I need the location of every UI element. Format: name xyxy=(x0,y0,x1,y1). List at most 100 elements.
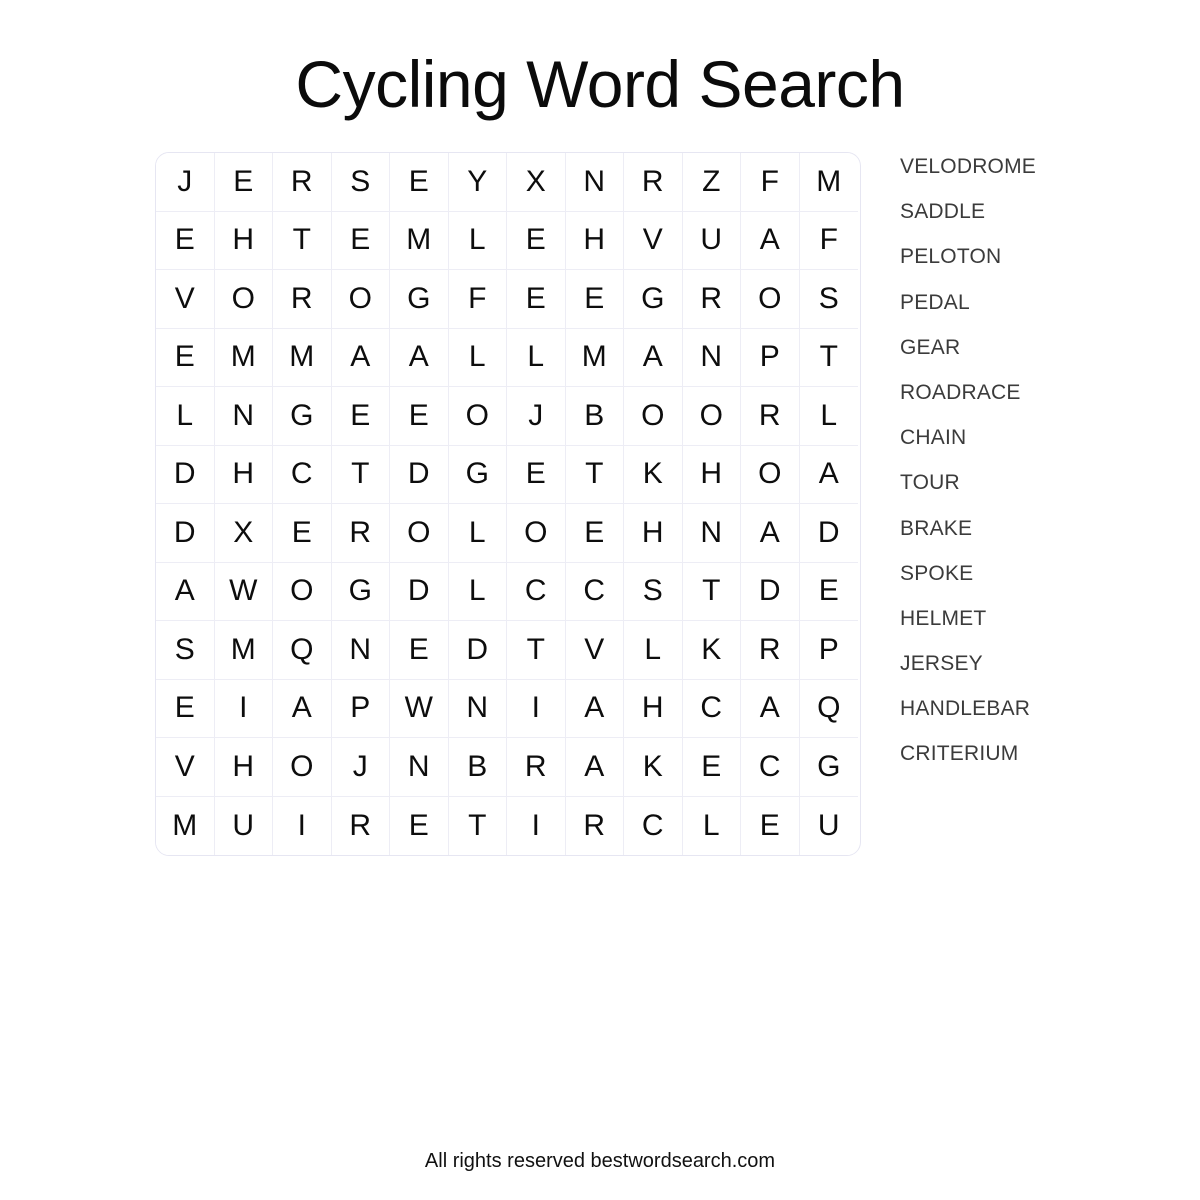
grid-cell[interactable]: C xyxy=(682,679,741,738)
word-list-item[interactable]: ROADRACE xyxy=(900,380,1160,425)
grid-cell[interactable]: E xyxy=(799,562,858,621)
grid-cell[interactable]: E xyxy=(156,328,215,387)
grid-cell[interactable]: V xyxy=(624,211,683,270)
grid-cell[interactable]: D xyxy=(799,504,858,563)
grid-cell[interactable]: E xyxy=(214,153,273,212)
grid-cell[interactable]: E xyxy=(156,679,215,738)
grid-cell[interactable]: H xyxy=(214,738,273,797)
grid-cell[interactable]: R xyxy=(507,738,566,797)
grid-cell[interactable]: L xyxy=(624,621,683,680)
grid-cell[interactable]: E xyxy=(507,445,566,504)
grid-cell[interactable]: R xyxy=(331,504,390,563)
grid-cell[interactable]: S xyxy=(799,270,858,329)
word-list-item[interactable]: SADDLE xyxy=(900,199,1160,244)
grid-cell[interactable]: T xyxy=(507,621,566,680)
grid-cell[interactable]: K xyxy=(624,738,683,797)
grid-cell[interactable]: T xyxy=(799,328,858,387)
grid-cell[interactable]: E xyxy=(390,796,449,855)
grid-cell[interactable]: I xyxy=(507,796,566,855)
grid-cell[interactable]: A xyxy=(156,562,215,621)
grid-cell[interactable]: R xyxy=(682,270,741,329)
grid-cell[interactable]: O xyxy=(682,387,741,446)
grid-cell[interactable]: A xyxy=(799,445,858,504)
grid-cell[interactable]: R xyxy=(741,621,800,680)
word-list-item[interactable]: HANDLEBAR xyxy=(900,696,1160,741)
grid-cell[interactable]: P xyxy=(741,328,800,387)
grid-cell[interactable]: M xyxy=(214,328,273,387)
word-search-grid[interactable]: JERSEYXNRZFMEHTEMLEHVUAFVOROGFEEGROSEMMA… xyxy=(155,152,861,856)
grid-cell[interactable]: D xyxy=(390,562,449,621)
grid-cell[interactable]: L xyxy=(507,328,566,387)
grid-cell[interactable]: A xyxy=(331,328,390,387)
grid-cell[interactable]: C xyxy=(273,445,332,504)
grid-cell[interactable]: L xyxy=(448,211,507,270)
word-list-item[interactable]: GEAR xyxy=(900,335,1160,380)
grid-cell[interactable]: O xyxy=(624,387,683,446)
grid-cell[interactable]: P xyxy=(331,679,390,738)
grid-cell[interactable]: G xyxy=(331,562,390,621)
grid-cell[interactable]: M xyxy=(214,621,273,680)
grid-cell[interactable]: F xyxy=(741,153,800,212)
grid-cell[interactable]: L xyxy=(448,504,507,563)
grid-cell[interactable]: O xyxy=(390,504,449,563)
grid-cell[interactable]: Y xyxy=(448,153,507,212)
grid-cell[interactable]: N xyxy=(565,153,624,212)
grid-cell[interactable]: C xyxy=(624,796,683,855)
grid-cell[interactable]: T xyxy=(273,211,332,270)
grid-cell[interactable]: I xyxy=(507,679,566,738)
grid-cell[interactable]: J xyxy=(331,738,390,797)
grid-cell[interactable]: I xyxy=(214,679,273,738)
grid-cell[interactable]: W xyxy=(390,679,449,738)
grid-cell[interactable]: O xyxy=(507,504,566,563)
grid-cell[interactable]: N xyxy=(682,328,741,387)
word-list-item[interactable]: SPOKE xyxy=(900,561,1160,606)
grid-cell[interactable]: E xyxy=(390,387,449,446)
grid-cell[interactable]: T xyxy=(331,445,390,504)
grid-cell[interactable]: C xyxy=(565,562,624,621)
grid-cell[interactable]: E xyxy=(565,504,624,563)
grid-cell[interactable]: E xyxy=(390,621,449,680)
grid-cell[interactable]: E xyxy=(331,211,390,270)
grid-cell[interactable]: V xyxy=(565,621,624,680)
grid-cell[interactable]: B xyxy=(448,738,507,797)
grid-cell[interactable]: N xyxy=(214,387,273,446)
grid-cell[interactable]: T xyxy=(682,562,741,621)
grid-cell[interactable]: O xyxy=(214,270,273,329)
word-list-item[interactable]: VELODROME xyxy=(900,154,1160,199)
grid-cell[interactable]: N xyxy=(448,679,507,738)
grid-cell[interactable]: Q xyxy=(799,679,858,738)
grid-cell[interactable]: R xyxy=(273,153,332,212)
grid-cell[interactable]: V xyxy=(156,270,215,329)
grid-cell[interactable]: K xyxy=(682,621,741,680)
grid-cell[interactable]: H xyxy=(624,679,683,738)
grid-cell[interactable]: N xyxy=(331,621,390,680)
grid-cell[interactable]: F xyxy=(799,211,858,270)
grid-cell[interactable]: G xyxy=(448,445,507,504)
grid-cell[interactable]: W xyxy=(214,562,273,621)
grid-cell[interactable]: O xyxy=(273,562,332,621)
grid-cell[interactable]: G xyxy=(624,270,683,329)
grid-cell[interactable]: A xyxy=(273,679,332,738)
grid-cell[interactable]: D xyxy=(448,621,507,680)
grid-cell[interactable]: J xyxy=(507,387,566,446)
grid-cell[interactable]: D xyxy=(156,504,215,563)
grid-cell[interactable]: U xyxy=(214,796,273,855)
grid-cell[interactable]: S xyxy=(156,621,215,680)
grid-cell[interactable]: N xyxy=(682,504,741,563)
grid-cell[interactable]: M xyxy=(565,328,624,387)
grid-cell[interactable]: M xyxy=(273,328,332,387)
grid-cell[interactable]: J xyxy=(156,153,215,212)
grid-cell[interactable]: M xyxy=(799,153,858,212)
grid-cell[interactable]: X xyxy=(214,504,273,563)
word-list-item[interactable]: BRAKE xyxy=(900,516,1160,561)
grid-cell[interactable]: L xyxy=(448,562,507,621)
grid-cell[interactable]: D xyxy=(390,445,449,504)
grid-cell[interactable]: A xyxy=(390,328,449,387)
grid-cell[interactable]: V xyxy=(156,738,215,797)
grid-cell[interactable]: S xyxy=(624,562,683,621)
grid-cell[interactable]: E xyxy=(565,270,624,329)
grid-cell[interactable]: A xyxy=(565,738,624,797)
grid-cell[interactable]: R xyxy=(273,270,332,329)
grid-cell[interactable]: L xyxy=(448,328,507,387)
grid-cell[interactable]: E xyxy=(507,211,566,270)
